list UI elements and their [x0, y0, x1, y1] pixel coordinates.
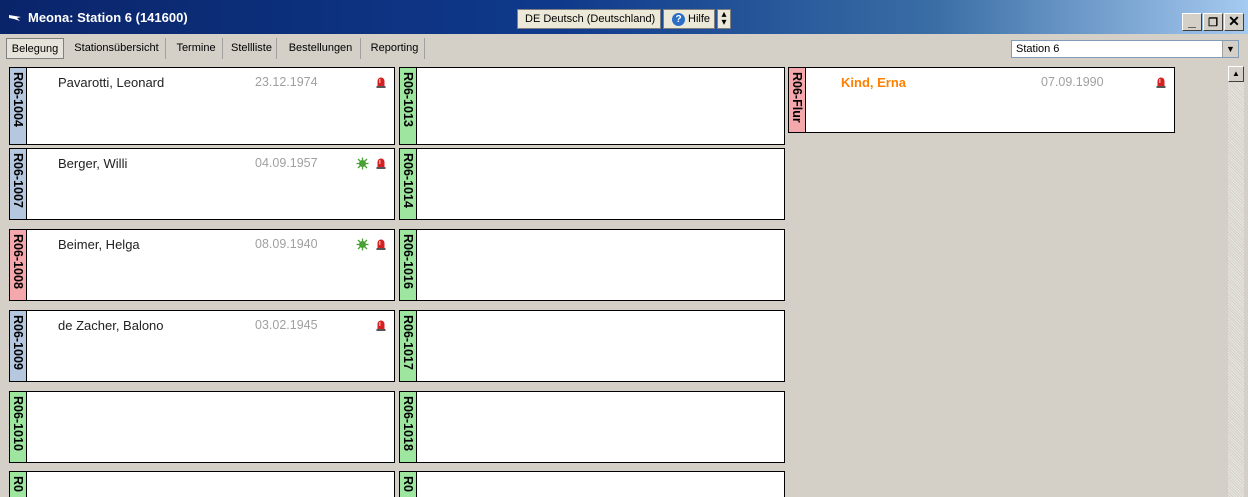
room-card[interactable]: R06-Flur Kind, Erna 07.09.1990 — [788, 67, 1175, 133]
germ-icon — [356, 238, 369, 251]
room-card[interactable]: R06-1008 Beimer, Helga 08.09.1940 — [9, 229, 395, 301]
tab-reporting[interactable]: Reporting — [365, 38, 425, 59]
restore-icon: ❐ — [1208, 17, 1218, 29]
room-card[interactable]: R06-1010 — [9, 391, 395, 463]
alarm-light-icon — [376, 158, 386, 169]
room-number: R06-1009 — [11, 315, 25, 370]
room-label: R06-Flur — [789, 68, 806, 132]
close-button[interactable]: ✕ — [1224, 13, 1244, 31]
help-button[interactable]: ? Hilfe — [663, 9, 715, 29]
birth-date: 03.02.1945 — [255, 318, 318, 332]
app-logo-icon — [9, 15, 21, 21]
room-card[interactable]: R06-1009 de Zacher, Balono 03.02.1945 — [9, 310, 395, 382]
help-icon: ? — [672, 13, 685, 26]
tab-belegung[interactable]: Belegung — [6, 38, 64, 59]
germ-icon — [356, 157, 369, 170]
room-number: R06-1014 — [401, 153, 415, 208]
station-select[interactable]: Station 6 ▼ — [1011, 40, 1239, 58]
tab-stellliste[interactable]: Stellliste — [227, 38, 277, 59]
patient-name[interactable]: Kind, Erna — [841, 75, 906, 90]
room-label: R06-1004 — [10, 68, 27, 144]
language-button[interactable]: DE Deutsch (Deutschland) — [517, 9, 661, 29]
room-number: R0 — [11, 476, 25, 492]
chevron-up-icon: ▲ — [1232, 69, 1240, 78]
birth-date: 23.12.1974 — [255, 75, 318, 89]
room-label: R0 — [400, 472, 417, 497]
minimize-button[interactable]: _ — [1182, 13, 1202, 31]
chevron-down-icon[interactable]: ▼ — [1222, 41, 1238, 57]
alarm-light-icon — [376, 320, 386, 331]
patient-name[interactable]: Beimer, Helga — [58, 237, 140, 252]
room-number: R06-Flur — [790, 72, 804, 123]
room-number: R06-1007 — [11, 153, 25, 208]
patient-name[interactable]: Pavarotti, Leonard — [58, 75, 164, 90]
alarm-light-icon — [376, 239, 386, 250]
birth-date: 07.09.1990 — [1041, 75, 1104, 89]
room-card[interactable]: R06-1016 — [399, 229, 785, 301]
vertical-scrollbar[interactable] — [1228, 66, 1244, 497]
room-label: R06-1010 — [10, 392, 27, 462]
room-label: R0 — [10, 472, 27, 497]
up-down-icon: ▴ ▾ — [721, 9, 727, 28]
room-label: R06-1018 — [400, 392, 417, 462]
room-card[interactable]: R06-1018 — [399, 391, 785, 463]
birth-date: 08.09.1940 — [255, 237, 318, 251]
help-label: Hilfe — [688, 13, 711, 25]
language-label: DE Deutsch (Deutschland) — [525, 13, 656, 25]
alarm-light-icon — [376, 77, 386, 88]
room-card[interactable]: R06-1004 Pavarotti, Leonard 23.12.1974 — [9, 67, 395, 145]
room-number: R06-1004 — [11, 72, 25, 127]
tab-termine[interactable]: Termine — [170, 38, 223, 59]
patient-name[interactable]: de Zacher, Balono — [58, 318, 164, 333]
room-card[interactable]: R06-1014 — [399, 148, 785, 220]
room-label: R06-1007 — [10, 149, 27, 219]
room-number: R06-1018 — [401, 396, 415, 451]
minimize-icon: _ — [1188, 13, 1196, 29]
room-card[interactable]: R0 — [399, 471, 785, 497]
room-label: R06-1014 — [400, 149, 417, 219]
birth-date: 04.09.1957 — [255, 156, 318, 170]
restore-button[interactable]: ❐ — [1203, 13, 1223, 31]
tab-bestellungen[interactable]: Bestellungen — [281, 38, 361, 59]
room-number: R06-1017 — [401, 315, 415, 370]
options-button[interactable]: ▴ ▾ — [717, 9, 731, 29]
room-label: R06-1017 — [400, 311, 417, 381]
room-number: R06-1016 — [401, 234, 415, 289]
room-card[interactable]: R0 — [9, 471, 395, 497]
room-label: R06-1013 — [400, 68, 417, 144]
close-icon: ✕ — [1228, 13, 1240, 29]
room-number: R06-1013 — [401, 72, 415, 127]
room-label: R06-1008 — [10, 230, 27, 300]
room-label: R06-1009 — [10, 311, 27, 381]
title-bar: Meona: Station 6 (141600) DE Deutsch (De… — [0, 0, 1248, 34]
patient-name[interactable]: Berger, Willi — [58, 156, 127, 171]
room-number: R06-1008 — [11, 234, 25, 289]
room-card[interactable]: R06-1017 — [399, 310, 785, 382]
alarm-light-icon — [1156, 77, 1166, 88]
station-select-value: Station 6 — [1016, 43, 1060, 55]
scroll-up-button[interactable]: ▲ — [1228, 66, 1244, 82]
room-card[interactable]: R06-1007 Berger, Willi 04.09.1957 — [9, 148, 395, 220]
room-number: R06-1010 — [11, 396, 25, 451]
tab-stationsuebersicht[interactable]: Stationsübersicht — [68, 38, 166, 59]
room-card[interactable]: R06-1013 — [399, 67, 785, 145]
room-label: R06-1016 — [400, 230, 417, 300]
room-number: R0 — [401, 476, 415, 492]
window-title: Meona: Station 6 (141600) — [28, 10, 188, 25]
